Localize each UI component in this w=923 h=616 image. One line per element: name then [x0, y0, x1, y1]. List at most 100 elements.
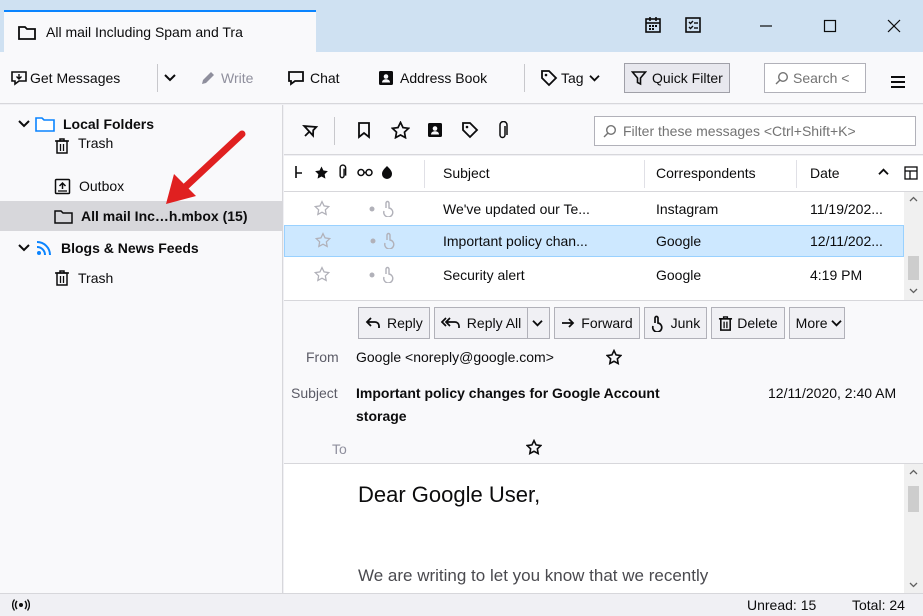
write-button[interactable]: Write: [200, 64, 253, 92]
folder-icon: [54, 209, 73, 224]
chat-button[interactable]: Chat: [287, 64, 340, 92]
close-button[interactable]: [884, 16, 904, 36]
funnel-icon: [631, 70, 647, 86]
to-label: To: [332, 441, 347, 457]
folder-icon: [18, 25, 36, 40]
junk-status-icon[interactable]: [383, 232, 397, 249]
get-messages-button[interactable]: Get Messages: [10, 64, 120, 92]
get-messages-dropdown[interactable]: [164, 64, 176, 92]
thread-column-header: Subject Correspondents Date: [284, 156, 923, 192]
attachment-icon[interactable]: [496, 121, 510, 141]
more-label: More: [795, 315, 828, 331]
minimize-button[interactable]: [756, 16, 776, 36]
folder-label: All mail Inc…h.mbox (15): [81, 208, 248, 224]
unread-count: Unread: 15: [747, 597, 817, 613]
thread-column-icon[interactable]: [294, 164, 304, 180]
star-icon[interactable]: [314, 266, 330, 282]
folder-label: Blogs & News Feeds: [61, 240, 199, 256]
star-icon[interactable]: [391, 121, 410, 139]
junk-status-icon[interactable]: [382, 266, 396, 283]
correspondents-column-header[interactable]: Correspondents: [656, 165, 756, 181]
scrollbar-thumb[interactable]: [908, 486, 919, 512]
tag-icon: [540, 69, 558, 87]
quick-filter-button[interactable]: Quick Filter: [624, 63, 730, 93]
address-book-button[interactable]: Address Book: [377, 64, 487, 92]
tag-button[interactable]: Tag: [540, 64, 600, 92]
trash-icon: [54, 269, 70, 287]
scroll-up-icon[interactable]: [909, 196, 918, 202]
column-separator: [644, 160, 645, 188]
tasks-icon[interactable]: [684, 16, 702, 34]
star-icon[interactable]: [526, 439, 542, 455]
read-dot-icon[interactable]: [370, 238, 376, 244]
read-dot-icon[interactable]: [369, 272, 375, 278]
unread-filter-icon[interactable]: [356, 121, 372, 139]
folder-label: Local Folders: [63, 116, 155, 132]
column-separator: [424, 160, 425, 188]
message-row-selected[interactable]: Important policy chan... Google 12/11/20…: [284, 225, 904, 257]
star-icon[interactable]: [314, 200, 330, 216]
message-action-bar: Reply Reply All Forward Junk Delete More: [358, 307, 845, 339]
folder-blogs-news-feeds[interactable]: Blogs & News Feeds: [0, 233, 283, 263]
chevron-down-icon[interactable]: [527, 308, 543, 338]
message-date: 12/11/202...: [810, 233, 883, 249]
chat-icon: [287, 69, 305, 87]
address-book-icon: [377, 69, 395, 87]
delete-button[interactable]: Delete: [711, 307, 785, 339]
forward-button[interactable]: Forward: [554, 307, 640, 339]
starred-column-icon[interactable]: [314, 165, 329, 180]
online-status-icon[interactable]: [12, 599, 30, 611]
column-picker-icon[interactable]: [904, 166, 918, 180]
from-value[interactable]: Google <noreply@google.com>: [356, 349, 554, 365]
folder-label: Trash: [78, 135, 114, 151]
folder-blogs-trash[interactable]: Trash: [0, 263, 283, 293]
contact-filter-icon[interactable]: [426, 121, 444, 139]
junk-status-icon[interactable]: [382, 200, 396, 217]
subject-value-line2: storage: [356, 408, 407, 424]
app-menu-button[interactable]: [890, 68, 906, 96]
subject-value-line1: Important policy changes for Google Acco…: [356, 385, 660, 401]
tag-icon[interactable]: [461, 121, 479, 139]
tag-label: Tag: [561, 70, 584, 86]
read-dot-icon[interactable]: [369, 206, 375, 212]
reply-all-button[interactable]: Reply All: [433, 307, 551, 339]
message-list-scrollbar[interactable]: [904, 192, 923, 300]
date-column-header[interactable]: Date: [810, 165, 840, 181]
scroll-down-icon[interactable]: [909, 288, 918, 294]
calendar-icon[interactable]: [644, 16, 662, 34]
outbox-icon: [54, 178, 71, 195]
star-icon[interactable]: [315, 232, 331, 248]
reply-button[interactable]: Reply: [358, 307, 430, 339]
chat-label: Chat: [310, 70, 340, 86]
message-body-scrollbar[interactable]: [904, 464, 923, 593]
quick-filter-bar: Filter these messages <Ctrl+Shift+K>: [284, 105, 923, 155]
junk-label: Junk: [670, 315, 701, 331]
read-status-column-icon[interactable]: [357, 168, 373, 177]
maximize-button[interactable]: [820, 16, 840, 36]
body-text: We are writing to let you know that we r…: [358, 566, 709, 585]
junk-column-icon[interactable]: [381, 165, 393, 180]
scrollbar-thumb[interactable]: [908, 256, 919, 280]
message-body: Dear Google User, We are writing to let …: [284, 464, 923, 593]
message-row[interactable]: Security alert Google 4:19 PM: [284, 259, 904, 291]
pin-icon[interactable]: [302, 121, 320, 139]
mail-tab[interactable]: All mail Including Spam and Tra: [4, 10, 316, 52]
status-bar: Unread: 15 Total: 24: [0, 593, 923, 616]
total-count: Total: 24: [852, 597, 905, 613]
subject-column-header[interactable]: Subject: [443, 165, 490, 181]
attachment-column-icon[interactable]: [337, 164, 348, 181]
sort-ascending-icon: [878, 167, 889, 176]
message-row[interactable]: We've updated our Te... Instagram 11/19/…: [284, 193, 904, 225]
search-input[interactable]: Search <: [764, 63, 866, 93]
star-icon[interactable]: [606, 349, 622, 365]
scroll-down-icon[interactable]: [909, 582, 918, 588]
message-subject: Security alert: [443, 267, 525, 283]
reply-label: Reply: [387, 315, 423, 331]
toolbar-divider: [157, 64, 158, 92]
scroll-up-icon[interactable]: [909, 469, 918, 475]
more-button[interactable]: More: [788, 307, 845, 339]
filter-messages-input[interactable]: Filter these messages <Ctrl+Shift+K>: [594, 116, 916, 146]
search-icon: [775, 71, 789, 85]
message-correspondent: Instagram: [656, 201, 719, 217]
junk-button[interactable]: Junk: [643, 307, 708, 339]
